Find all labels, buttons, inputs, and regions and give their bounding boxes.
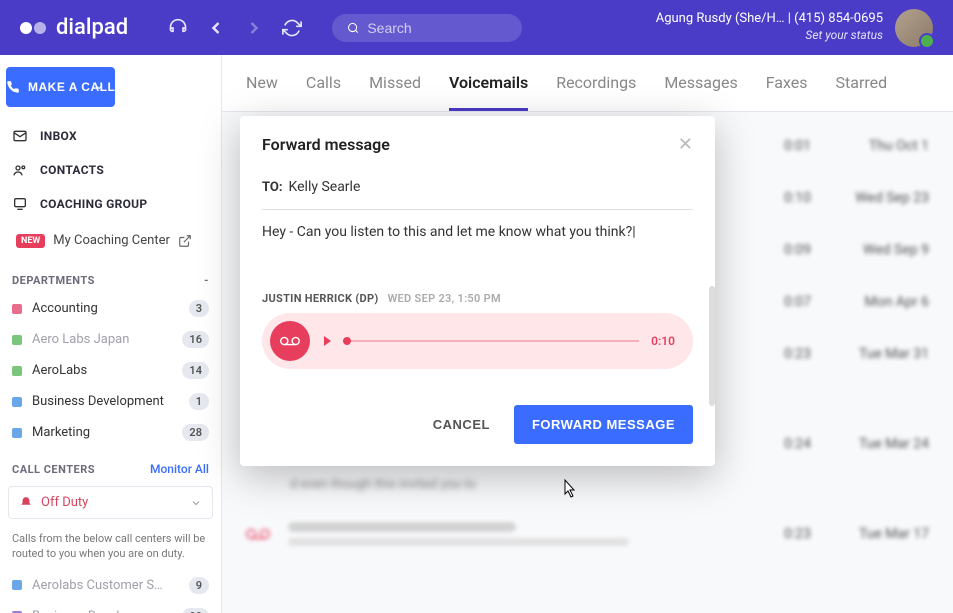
voicemail-player[interactable]: 0:10 [262,313,693,369]
playback-track[interactable] [343,340,639,342]
playback-thumb[interactable] [343,337,351,345]
to-label: TO: [262,180,283,195]
cancel-button[interactable]: CANCEL [419,405,504,444]
to-value: Kelly Searle [289,179,361,195]
scrollbar[interactable] [709,286,715,406]
voicemail-attachment: JUSTIN HERRICK (DP) WED SEP 23, 1:50 PM … [262,284,693,379]
to-field[interactable]: TO: Kelly Searle [262,169,693,210]
forward-message-modal: Forward message ✕ TO: Kelly Searle Hey -… [240,116,715,466]
vm-sender: JUSTIN HERRICK (DP) [262,292,379,305]
modal-overlay: Forward message ✕ TO: Kelly Searle Hey -… [0,0,953,613]
forward-message-button[interactable]: FORWARD MESSAGE [514,405,693,444]
close-icon[interactable]: ✕ [678,134,693,155]
vm-timestamp: WED SEP 23, 1:50 PM [388,292,501,305]
modal-title: Forward message [262,135,390,154]
voicemail-icon [270,321,310,361]
vm-duration: 0:10 [651,334,675,348]
play-icon[interactable] [324,336,331,346]
message-input[interactable]: Hey - Can you listen to this and let me … [262,224,693,284]
